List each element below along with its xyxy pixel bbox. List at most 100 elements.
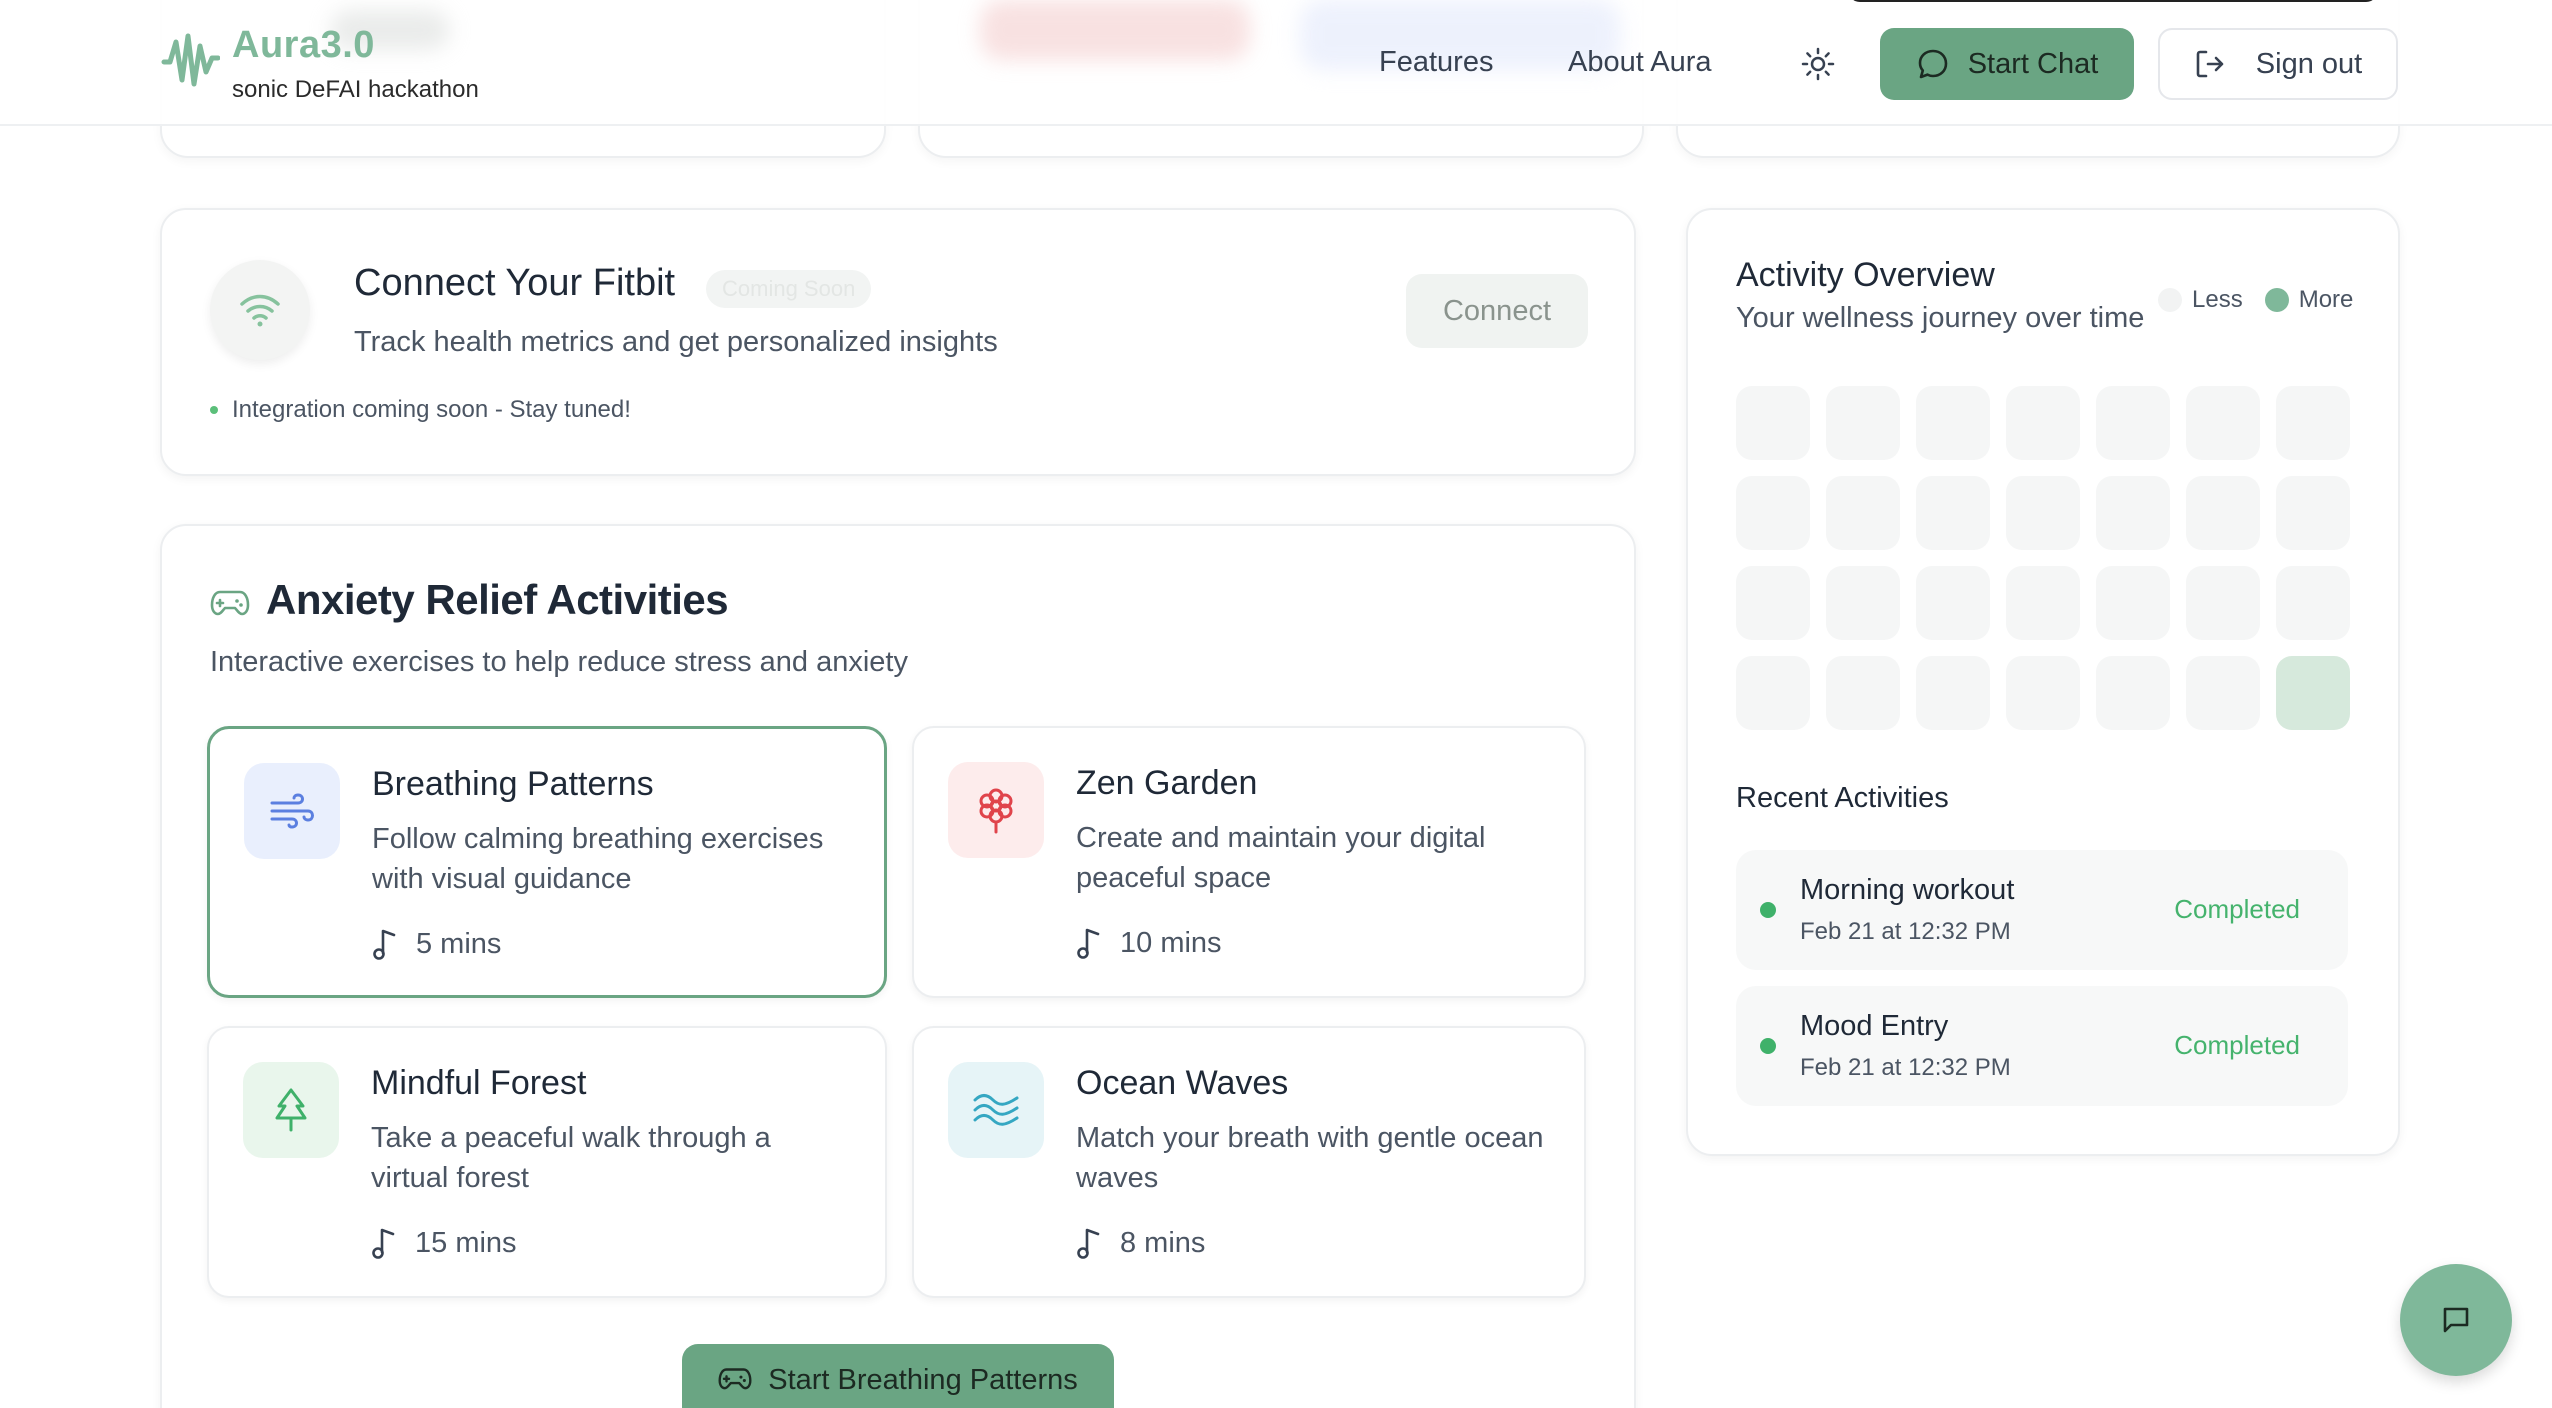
brand-title[interactable]: Aura3.0 bbox=[232, 24, 375, 67]
activity-card-zen-garden[interactable]: Zen Garden Create and maintain your digi… bbox=[912, 726, 1586, 998]
heatmap-cell[interactable] bbox=[2186, 476, 2260, 550]
gamepad-icon bbox=[210, 590, 250, 616]
activity-description: Create and maintain your digital peacefu… bbox=[1076, 822, 1486, 894]
music-note-icon bbox=[1077, 1228, 1100, 1259]
heatmap-cell[interactable] bbox=[2006, 566, 2080, 640]
start-activity-label: Start Breathing Patterns bbox=[768, 1364, 1078, 1396]
status-dot bbox=[1760, 1038, 1776, 1054]
heatmap-cell-active[interactable] bbox=[2276, 656, 2350, 730]
activity-icon-wrapper bbox=[948, 762, 1044, 858]
message-circle-icon bbox=[1918, 49, 1948, 79]
sign-out-label: Sign out bbox=[2255, 47, 2363, 80]
start-chat-label: Start Chat bbox=[1967, 47, 2099, 80]
activity-title: Mindful Forest bbox=[371, 1064, 587, 1102]
heatmap-cell[interactable] bbox=[1916, 566, 1990, 640]
overview-subtitle: Your wellness journey over time bbox=[1736, 302, 2145, 334]
sound-wave-logo-icon[interactable] bbox=[160, 28, 220, 92]
heatmap-cell[interactable] bbox=[2276, 476, 2350, 550]
sign-out-button[interactable]: Sign out bbox=[2158, 28, 2398, 100]
status-dot bbox=[1760, 902, 1776, 918]
log-out-icon bbox=[2196, 50, 2224, 78]
legend-swatch-less bbox=[2158, 288, 2182, 312]
activity-card-ocean-waves[interactable]: Ocean Waves Match your breath with gentl… bbox=[912, 1026, 1586, 1298]
activity-duration: 10 mins bbox=[1076, 926, 1222, 960]
recent-activity-status: Completed bbox=[2174, 894, 2300, 924]
legend-swatch-more bbox=[2264, 288, 2289, 312]
flower-icon bbox=[979, 788, 1013, 834]
heatmap-cell[interactable] bbox=[1736, 566, 1810, 640]
nav-features[interactable]: Features bbox=[1379, 46, 1493, 79]
recent-activity-name: Mood Entry bbox=[1800, 1010, 1949, 1042]
duration-text: 8 mins bbox=[1120, 1226, 1206, 1259]
heatmap-cell[interactable] bbox=[1826, 656, 1900, 730]
sun-icon[interactable] bbox=[1800, 46, 1836, 82]
activity-description: Take a peaceful walk through a virtual f… bbox=[371, 1122, 771, 1194]
nav-about-aura[interactable]: About Aura bbox=[1568, 46, 1712, 79]
activity-heatmap bbox=[1736, 386, 2350, 730]
heatmap-cell[interactable] bbox=[1916, 476, 1990, 550]
brand-subtitle: sonic DeFAI hackathon bbox=[232, 76, 479, 103]
recent-activity-item[interactable]: Morning workout Feb 21 at 12:32 PM Compl… bbox=[1736, 850, 2348, 970]
recent-activity-item[interactable]: Mood Entry Feb 21 at 12:32 PM Completed bbox=[1736, 986, 2348, 1106]
heatmap-cell[interactable] bbox=[2276, 386, 2350, 460]
heatmap-cell[interactable] bbox=[2186, 656, 2260, 730]
page: { "header": { "brand_title": "Aura3.0", … bbox=[0, 0, 2552, 1408]
activity-title: Zen Garden bbox=[1076, 764, 1258, 802]
duration-text: 5 mins bbox=[416, 927, 502, 960]
window-edge bbox=[1848, 0, 2378, 2]
anxiety-subtitle: Interactive exercises to help reduce str… bbox=[210, 646, 908, 678]
heatmap-cell[interactable] bbox=[1916, 386, 1990, 460]
heatmap-cell[interactable] bbox=[2096, 566, 2170, 640]
fitbit-note: Integration coming soon - Stay tuned! bbox=[210, 396, 631, 424]
coming-soon-badge: Coming Soon bbox=[706, 270, 872, 308]
activity-card-breathing[interactable]: Breathing Patterns Follow calming breath… bbox=[207, 726, 887, 998]
heatmap-cell[interactable] bbox=[2096, 656, 2170, 730]
anxiety-title: Anxiety Relief Activities bbox=[266, 576, 729, 623]
fitbit-title: Connect Your Fitbit bbox=[354, 262, 676, 304]
recent-activity-status: Completed bbox=[2174, 1030, 2300, 1060]
top-navbar: Aura3.0 sonic DeFAI hackathon Features A… bbox=[0, 0, 2552, 126]
music-note-icon bbox=[1077, 928, 1100, 959]
connect-button[interactable]: Connect bbox=[1406, 274, 1588, 348]
heatmap-cell[interactable] bbox=[1826, 386, 1900, 460]
fitbit-subtitle: Track health metrics and get personalize… bbox=[354, 326, 998, 358]
activity-icon-wrapper bbox=[244, 763, 340, 859]
start-activity-button[interactable]: Start Breathing Patterns bbox=[682, 1344, 1114, 1408]
activity-icon-wrapper bbox=[243, 1062, 339, 1158]
waves-icon bbox=[973, 1094, 1019, 1126]
activity-icon-wrapper bbox=[948, 1062, 1044, 1158]
wind-icon bbox=[270, 793, 314, 829]
activity-card-mindful-forest[interactable]: Mindful Forest Take a peaceful walk thro… bbox=[207, 1026, 887, 1298]
activity-title: Breathing Patterns bbox=[372, 765, 654, 803]
heatmap-cell[interactable] bbox=[2096, 386, 2170, 460]
heatmap-cell[interactable] bbox=[2096, 476, 2170, 550]
legend-more-label: More bbox=[2298, 286, 2354, 313]
heatmap-cell[interactable] bbox=[2186, 566, 2260, 640]
heatmap-cell[interactable] bbox=[2186, 386, 2260, 460]
floating-chat-button[interactable] bbox=[2400, 1264, 2512, 1376]
blurred-content bbox=[980, 0, 1250, 60]
activity-duration: 15 mins bbox=[371, 1226, 517, 1260]
status-dot bbox=[210, 406, 218, 414]
heatmap-cell[interactable] bbox=[1826, 476, 1900, 550]
start-chat-button[interactable]: Start Chat bbox=[1880, 28, 2134, 100]
heatmap-cell[interactable] bbox=[1826, 566, 1900, 640]
recent-activity-time: Feb 21 at 12:32 PM bbox=[1800, 1054, 2011, 1081]
heatmap-cell[interactable] bbox=[2006, 386, 2080, 460]
recent-activity-time: Feb 21 at 12:32 PM bbox=[1800, 918, 2011, 945]
heatmap-cell[interactable] bbox=[2006, 656, 2080, 730]
heatmap-cell[interactable] bbox=[1736, 656, 1810, 730]
recent-activities-title: Recent Activities bbox=[1736, 782, 1949, 814]
heatmap-cell[interactable] bbox=[1736, 386, 1810, 460]
tree-icon bbox=[275, 1088, 307, 1132]
activity-title: Ocean Waves bbox=[1076, 1064, 1289, 1102]
legend-less-label: Less bbox=[2192, 286, 2243, 313]
heatmap-cell[interactable] bbox=[2276, 566, 2350, 640]
heatmap-cell[interactable] bbox=[2006, 476, 2080, 550]
music-note-icon bbox=[373, 929, 396, 960]
overview-title: Activity Overview bbox=[1736, 256, 1995, 294]
heatmap-cell[interactable] bbox=[1916, 656, 1990, 730]
duration-text: 15 mins bbox=[415, 1226, 517, 1259]
heatmap-cell[interactable] bbox=[1736, 476, 1810, 550]
recent-activity-name: Morning workout bbox=[1800, 874, 2015, 906]
